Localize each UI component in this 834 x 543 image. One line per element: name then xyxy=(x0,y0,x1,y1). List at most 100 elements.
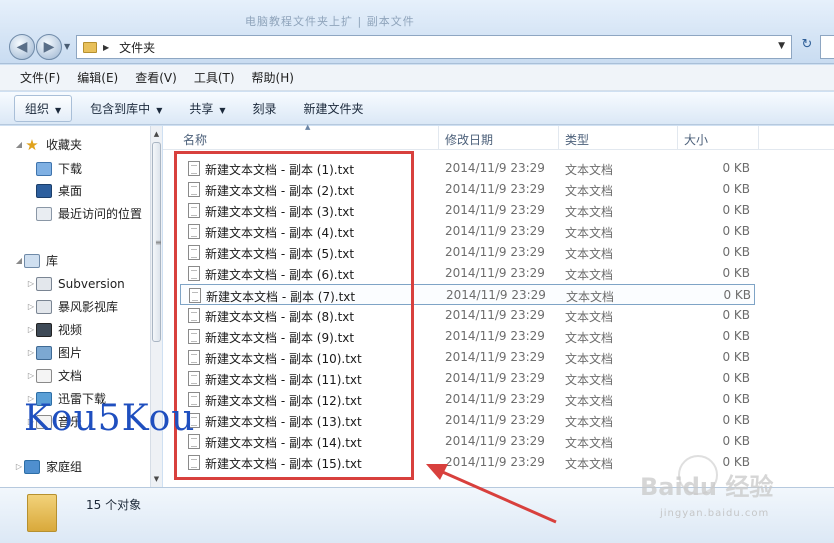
new-folder-button[interactable]: 新建文件夹 xyxy=(304,100,364,117)
nav-desktop-label: 桌面 xyxy=(58,184,83,198)
file-size: 0 KB xyxy=(722,413,750,427)
nav-storm-label: 暴风影视库 xyxy=(58,300,119,314)
file-size: 0 KB xyxy=(722,392,750,406)
collapse-arrow-icon[interactable]: ▷ xyxy=(26,348,36,357)
refresh-icon[interactable]: ↻ xyxy=(797,37,817,57)
sort-ascending-icon: ▲ xyxy=(305,123,311,131)
file-type: 文本文档 xyxy=(566,290,615,304)
nav-libraries[interactable]: ◢ 库 xyxy=(14,250,58,271)
folder-icon xyxy=(27,494,57,532)
collapse-arrow-icon[interactable]: ▷ xyxy=(26,371,36,380)
column-date[interactable]: 修改日期 xyxy=(445,131,493,148)
expand-arrow-icon[interactable]: ◢ xyxy=(14,256,24,265)
column-type[interactable]: 类型 xyxy=(565,131,589,148)
file-date: 2014/11/9 23:29 xyxy=(445,329,545,343)
nav-subversion-label: Subversion xyxy=(58,276,125,291)
file-type: 文本文档 xyxy=(565,352,614,366)
nav-downloads[interactable]: 下载 xyxy=(36,158,82,179)
recent-places-icon xyxy=(36,206,52,221)
collapse-arrow-icon[interactable]: ▷ xyxy=(14,462,24,471)
annotation-arrow xyxy=(426,464,557,524)
burn-button[interactable]: 刻录 xyxy=(253,100,277,117)
nav-homegroup[interactable]: ▷ 家庭组 xyxy=(14,456,82,477)
file-type: 文本文档 xyxy=(565,310,614,324)
file-type: 文本文档 xyxy=(565,247,614,261)
file-size: 0 KB xyxy=(722,371,750,385)
scroll-down-icon[interactable]: ▼ xyxy=(151,473,162,485)
column-divider[interactable] xyxy=(758,126,759,150)
menu-file[interactable]: 文件(F) xyxy=(20,69,60,86)
annotation-highlight-box xyxy=(174,151,414,480)
kou5kou-watermark: Kou5Kou xyxy=(24,398,196,439)
file-size: 0 KB xyxy=(722,308,750,322)
folder-icon xyxy=(83,41,97,53)
nav-subversion[interactable]: ▷ Subversion xyxy=(26,273,125,294)
storm-library-icon xyxy=(36,299,52,314)
menu-help[interactable]: 帮助(H) xyxy=(252,69,294,86)
breadcrumb-arrow-icon[interactable]: ▶ xyxy=(103,43,109,52)
menu-edit[interactable]: 编辑(E) xyxy=(77,69,118,86)
organize-button[interactable]: 组织 ▼ xyxy=(14,94,73,122)
desktop-icon xyxy=(36,183,52,198)
menu-view[interactable]: 查看(V) xyxy=(135,69,177,86)
collapse-arrow-icon[interactable]: ▷ xyxy=(26,279,36,288)
file-type: 文本文档 xyxy=(565,394,614,408)
file-date: 2014/11/9 23:29 xyxy=(445,413,545,427)
address-dropdown-icon[interactable]: ▼ xyxy=(778,41,785,51)
column-divider[interactable] xyxy=(558,126,559,150)
homegroup-icon xyxy=(24,459,40,474)
menu-bar: 文件(F) 编辑(E) 查看(V) 工具(T) 帮助(H) xyxy=(0,65,834,91)
column-name[interactable]: 名称 xyxy=(183,131,207,148)
share-button[interactable]: 共享 ▼ xyxy=(189,100,225,117)
search-input[interactable] xyxy=(820,35,834,59)
forward-button[interactable]: ▶ xyxy=(36,34,62,60)
nav-desktop[interactable]: 桌面 xyxy=(36,180,82,201)
nav-storm[interactable]: ▷ 暴风影视库 xyxy=(26,296,118,317)
nav-pictures[interactable]: ▷ 图片 xyxy=(26,342,82,363)
recent-pages-dropdown[interactable]: ▼ xyxy=(64,42,70,51)
documents-icon xyxy=(36,368,52,383)
file-size: 0 KB xyxy=(722,182,750,196)
scroll-up-icon[interactable]: ▲ xyxy=(151,128,162,140)
nav-documents[interactable]: ▷ 文档 xyxy=(26,365,82,386)
window-titlebar: 电脑教程文件夹上扩 | 副本文件 ◀ ▶ ▼ ▶ 文件夹 ▼ ↻ xyxy=(0,0,834,64)
column-divider[interactable] xyxy=(438,126,439,150)
baidu-url-watermark: jingyan.baidu.com xyxy=(660,508,770,519)
collapse-arrow-icon[interactable]: ▷ xyxy=(26,325,36,334)
command-bar: 组织 ▼ 包含到库中 ▼ 共享 ▼ 刻录 新建文件夹 xyxy=(0,92,834,125)
nav-homegroup-label: 家庭组 xyxy=(46,460,83,474)
include-library-button[interactable]: 包含到库中 ▼ xyxy=(90,100,162,117)
file-date: 2014/11/9 23:29 xyxy=(445,182,545,196)
back-button[interactable]: ◀ xyxy=(9,34,35,60)
file-type: 文本文档 xyxy=(565,205,614,219)
expand-arrow-icon[interactable]: ◢ xyxy=(14,140,24,149)
chevron-down-icon: ▼ xyxy=(55,105,62,115)
file-size: 0 KB xyxy=(722,224,750,238)
nav-libraries-label: 库 xyxy=(46,254,59,268)
include-library-label: 包含到库中 xyxy=(90,101,151,116)
file-type: 文本文档 xyxy=(565,226,614,240)
file-date: 2014/11/9 23:29 xyxy=(445,266,545,280)
nav-videos[interactable]: ▷ 视频 xyxy=(26,319,82,340)
scrollbar-thumb[interactable]: ≡ xyxy=(152,142,162,342)
file-size: 0 KB xyxy=(722,161,750,175)
nav-recent[interactable]: 最近访问的位置 xyxy=(36,203,142,224)
column-header: ▲ 名称 修改日期 类型 大小 xyxy=(163,123,834,150)
nav-favorites-label: 收藏夹 xyxy=(46,138,83,152)
file-size: 0 KB xyxy=(722,245,750,259)
file-size: 0 KB xyxy=(723,288,751,302)
menu-tools[interactable]: 工具(T) xyxy=(194,69,235,86)
file-type: 文本文档 xyxy=(565,457,614,471)
nav-favorites[interactable]: ◢ ★ 收藏夹 xyxy=(14,134,82,155)
chevron-down-icon: ▼ xyxy=(219,105,226,115)
nav-videos-label: 视频 xyxy=(58,323,83,337)
column-size[interactable]: 大小 xyxy=(684,131,708,148)
collapse-arrow-icon[interactable]: ▷ xyxy=(26,302,36,311)
file-date: 2014/11/9 23:29 xyxy=(445,371,545,385)
file-type: 文本文档 xyxy=(565,163,614,177)
share-label: 共享 xyxy=(189,101,214,116)
column-divider[interactable] xyxy=(677,126,678,150)
address-bar[interactable]: ▶ 文件夹 ▼ xyxy=(76,35,792,59)
breadcrumb-current[interactable]: 文件夹 xyxy=(119,39,155,56)
file-type: 文本文档 xyxy=(565,373,614,387)
